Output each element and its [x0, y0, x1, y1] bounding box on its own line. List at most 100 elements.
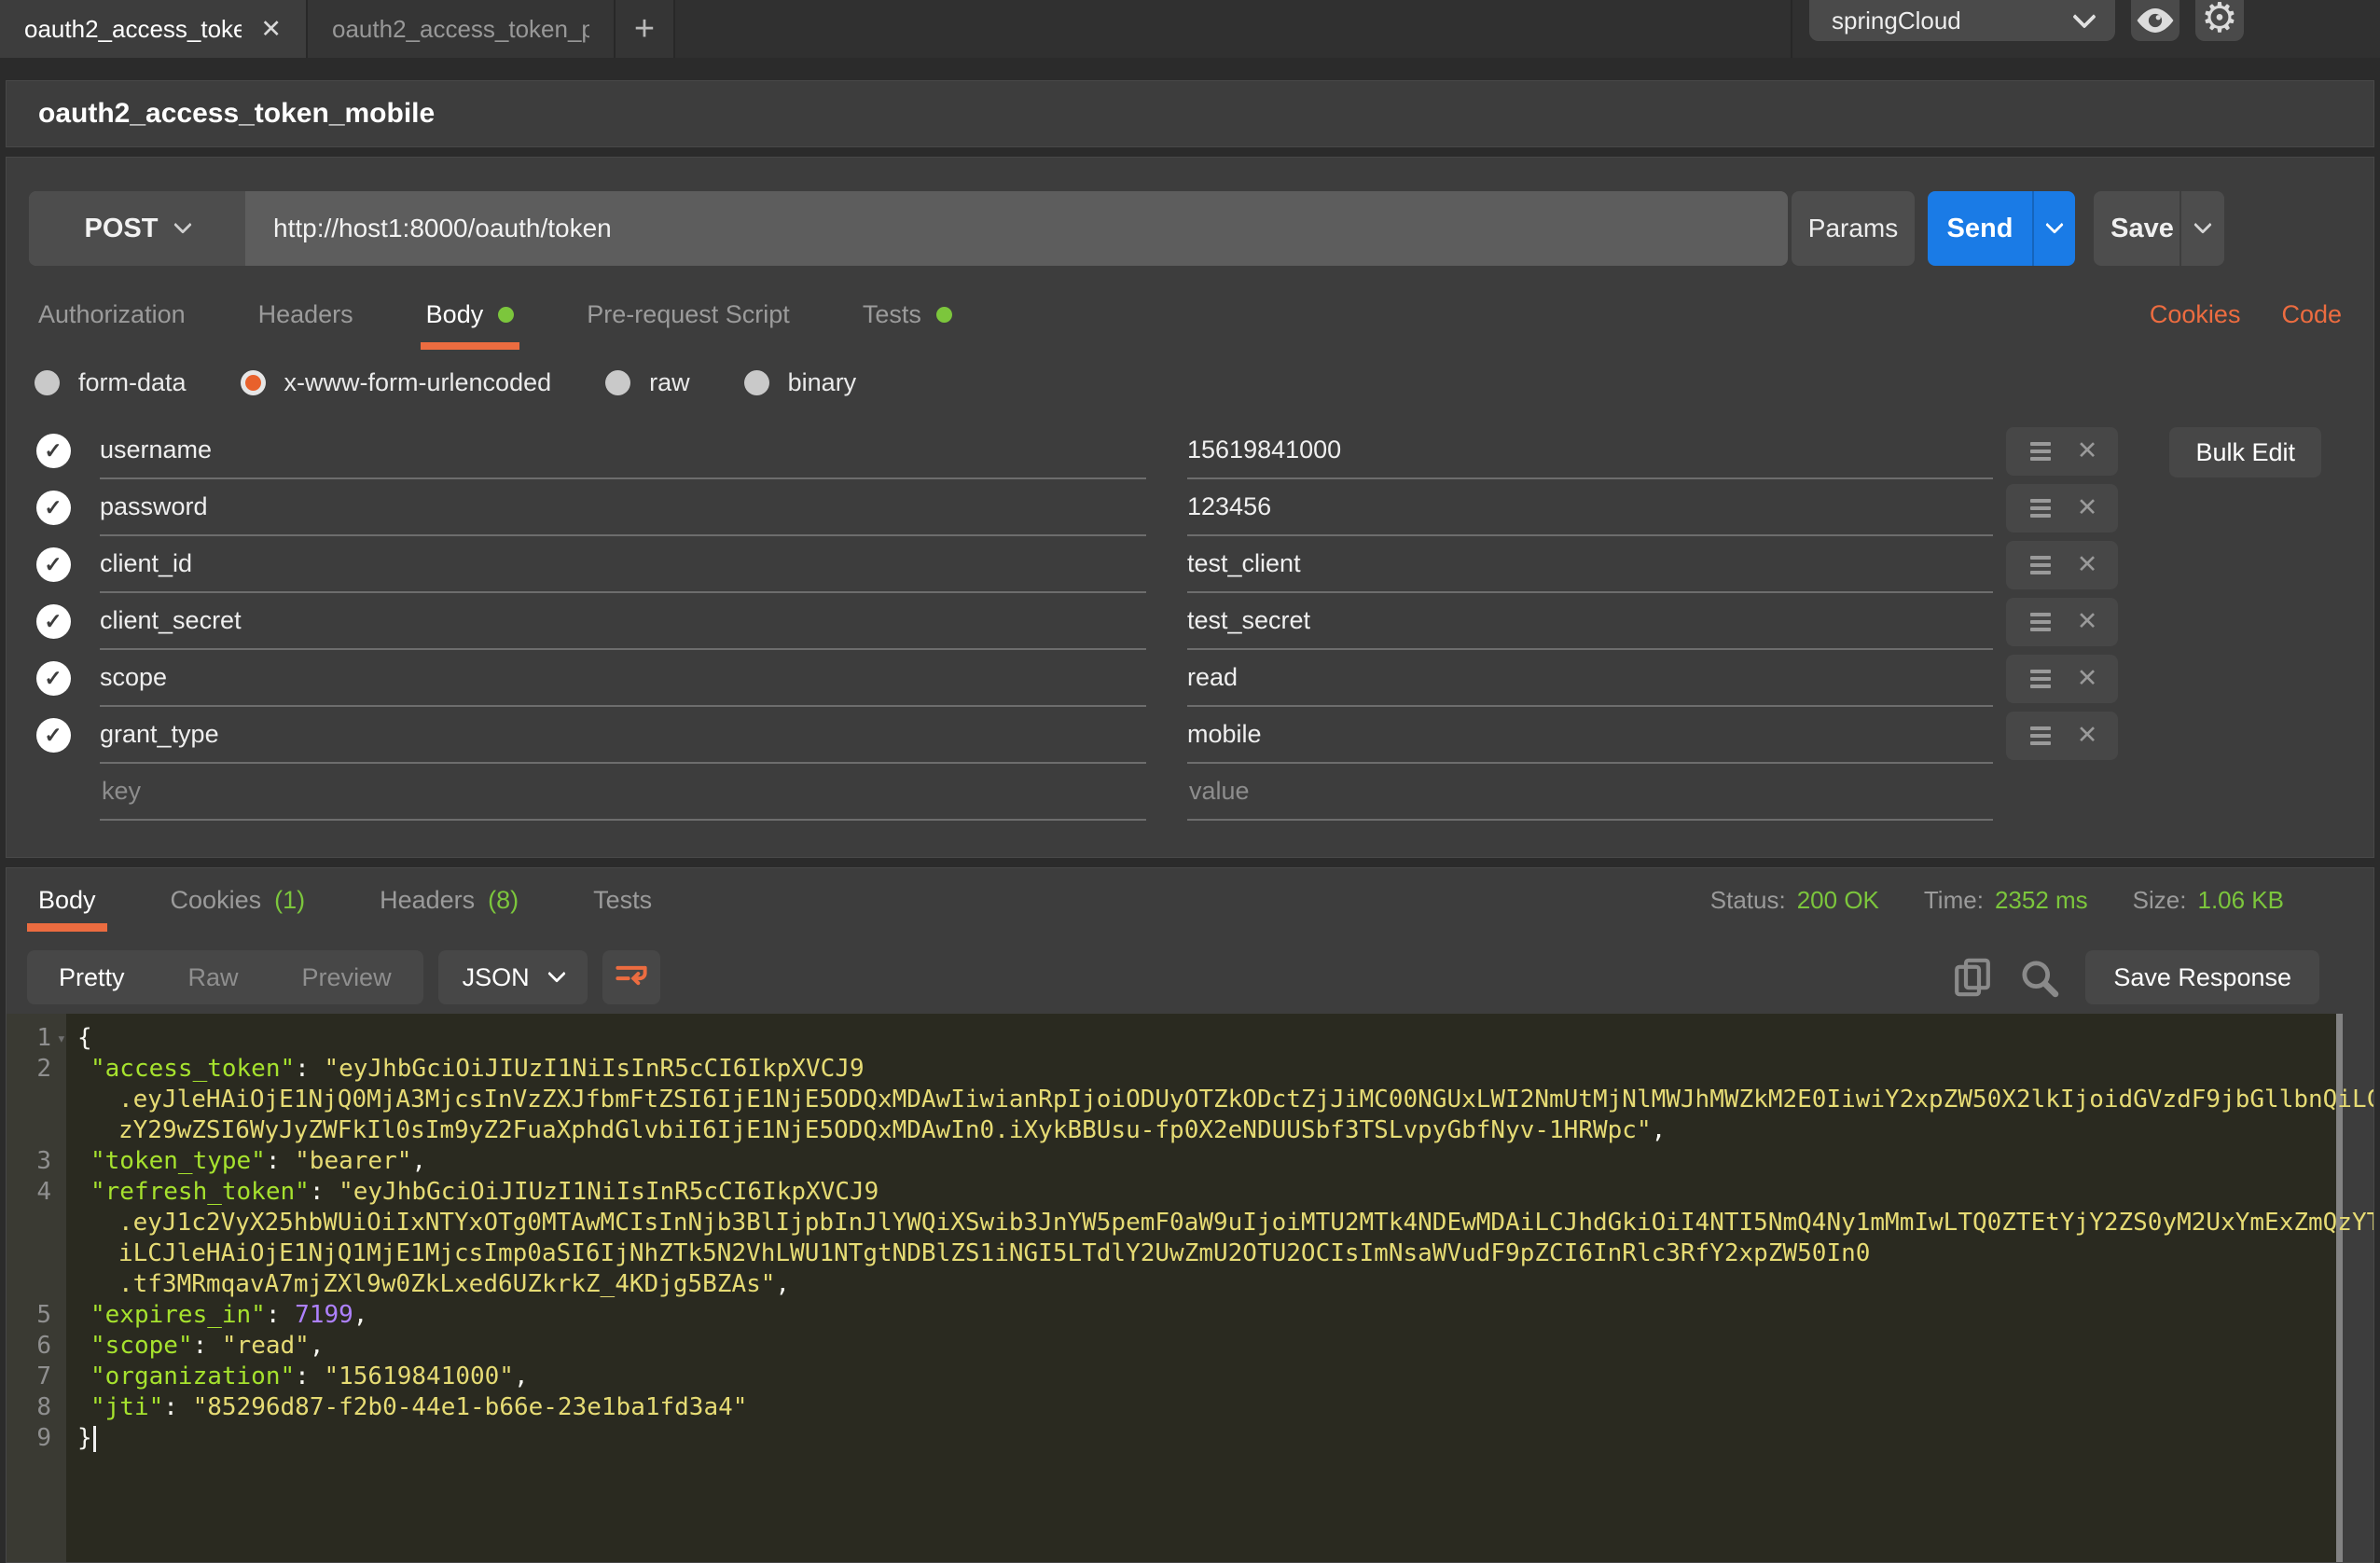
form-value-cell[interactable]: 123456: [1187, 479, 1993, 536]
search-icon[interactable]: [2018, 957, 2059, 998]
chevron-down-icon: [2193, 215, 2212, 234]
response-toolbar-right: Save Response: [1953, 950, 2353, 1004]
form-value-cell[interactable]: mobile: [1187, 707, 1993, 764]
code-line: iLCJleHAiOjE1NjQ1MjE1MjcsImp0aSI6IjNhZTk…: [7, 1238, 2373, 1269]
form-key-text: username: [100, 436, 212, 464]
fold-caret-icon[interactable]: ▾: [57, 1024, 66, 1055]
code-line: 2 "access_token": "eyJhbGciOiJIUzI1NiIsI…: [7, 1054, 2373, 1085]
form-key-cell[interactable]: client_id: [100, 536, 1146, 593]
request-section-tab-label: Authorization: [38, 300, 186, 329]
new-value-input[interactable]: [1187, 776, 1993, 807]
new-tab-button[interactable]: +: [616, 0, 675, 58]
remove-row-icon[interactable]: ✕: [2077, 607, 2098, 636]
row-enabled-checkbox[interactable]: ✓: [36, 604, 71, 639]
save-button[interactable]: Save: [2094, 191, 2179, 266]
response-toolbar: PrettyRawPreview JSON: [27, 948, 2353, 1006]
form-key-cell[interactable]: password: [100, 479, 1146, 536]
request-tab[interactable]: oauth2_access_token_ ✕: [0, 0, 308, 58]
response-section-tab[interactable]: Headers (8): [380, 868, 519, 932]
response-panel: Body Cookies (1) Headers (8) Tests Statu…: [6, 867, 2374, 1563]
row-enabled-checkbox[interactable]: ✓: [36, 434, 71, 468]
line-number: 2: [7, 1054, 66, 1085]
response-section-tab[interactable]: Tests: [593, 868, 652, 932]
send-button[interactable]: Send: [1928, 191, 2032, 266]
drag-handle-icon[interactable]: [2027, 554, 2055, 576]
response-tabs: Body Cookies (1) Headers (8) Tests Statu…: [38, 868, 2342, 932]
wrap-lines-button[interactable]: [602, 950, 660, 1004]
row-enabled-checkbox[interactable]: ✓: [36, 491, 71, 525]
form-key-cell[interactable]: username: [100, 422, 1146, 479]
request-section-tab[interactable]: Headers: [258, 279, 353, 350]
body-mode-option[interactable]: form-data: [35, 368, 187, 397]
form-key-cell[interactable]: client_secret: [100, 593, 1146, 650]
status-dot: [498, 307, 514, 323]
remove-row-icon[interactable]: ✕: [2077, 721, 2098, 750]
form-row: ✓ username 15619841000: [7, 422, 2373, 479]
checkbox-cell: ✓: [7, 536, 100, 593]
form-key-cell[interactable]: grant_type: [100, 707, 1146, 764]
line-number: 7: [7, 1362, 66, 1392]
code-line-content: "refresh_token": "eyJhbGciOiJIUzI1NiIsIn…: [66, 1177, 879, 1208]
form-value-text: test_client: [1187, 549, 1301, 578]
request-section-tab[interactable]: Pre-request Script: [587, 279, 790, 350]
params-button[interactable]: Params: [1792, 191, 1915, 266]
url-group: POST: [29, 191, 1788, 266]
code-line-content: .tf3MRmqavA7mjZXl9w0ZkLxed6UZkrkZ_4KDjg5…: [66, 1269, 790, 1300]
url-input[interactable]: [245, 191, 1788, 266]
send-options-button[interactable]: [2032, 191, 2075, 266]
line-number: 1▾: [7, 1023, 66, 1054]
form-value-cell[interactable]: test_secret: [1187, 593, 1993, 650]
form-value-cell[interactable]: read: [1187, 650, 1993, 707]
response-section-tab[interactable]: Cookies (1): [171, 868, 306, 932]
drag-handle-icon[interactable]: [2027, 440, 2055, 463]
meta-label: Time:: [1924, 886, 1984, 915]
code-line: 1▾ {: [7, 1023, 2373, 1054]
save-options-button[interactable]: [2179, 191, 2224, 266]
view-mode-button[interactable]: Preview: [270, 950, 423, 1004]
request-section-tab[interactable]: Tests: [863, 279, 952, 350]
drag-handle-icon[interactable]: [2027, 725, 2055, 747]
body-mode-option[interactable]: binary: [744, 368, 857, 397]
status-dot: [936, 307, 952, 323]
code-line: 4 "refresh_token": "eyJhbGciOiJIUzI1NiIs…: [7, 1177, 2373, 1208]
environment-quicklook-button[interactable]: [2131, 0, 2179, 41]
remove-row-icon[interactable]: ✕: [2077, 664, 2098, 693]
method-selector[interactable]: POST: [29, 191, 245, 266]
copy-icon[interactable]: [1953, 956, 1992, 999]
form-value-cell[interactable]: 15619841000: [1187, 422, 1993, 479]
row-enabled-checkbox[interactable]: ✓: [36, 547, 71, 582]
view-mode-button[interactable]: Pretty: [27, 950, 157, 1004]
request-link[interactable]: Code: [2281, 300, 2342, 329]
drag-handle-icon[interactable]: [2027, 611, 2055, 633]
row-enabled-checkbox[interactable]: ✓: [36, 718, 71, 753]
radio-icon: [35, 370, 60, 395]
settings-button[interactable]: ⚙: [2195, 0, 2244, 41]
code-line-content: "token_type": "bearer",: [66, 1146, 426, 1177]
format-selector[interactable]: JSON: [438, 950, 588, 1004]
response-section-tab[interactable]: Body: [38, 868, 96, 932]
form-key-text: grant_type: [100, 720, 219, 749]
row-actions: ✕: [2006, 541, 2118, 589]
save-response-button[interactable]: Save Response: [2085, 950, 2319, 1004]
remove-row-icon[interactable]: ✕: [2077, 436, 2098, 465]
request-link[interactable]: Cookies: [2150, 300, 2241, 329]
bulk-edit-button[interactable]: Bulk Edit: [2169, 427, 2321, 477]
form-value-text: mobile: [1187, 720, 1262, 749]
new-key-input[interactable]: [100, 776, 1146, 807]
checkbox-cell: ✓: [7, 707, 100, 764]
drag-handle-icon[interactable]: [2027, 497, 2055, 519]
request-tab[interactable]: oauth2_access_token_passw: [308, 0, 616, 58]
drag-handle-icon[interactable]: [2027, 668, 2055, 690]
body-mode-option[interactable]: raw: [605, 368, 690, 397]
row-enabled-checkbox[interactable]: ✓: [36, 661, 71, 696]
form-value-cell[interactable]: test_client: [1187, 536, 1993, 593]
form-key-cell[interactable]: scope: [100, 650, 1146, 707]
body-mode-option[interactable]: x-www-form-urlencoded: [241, 368, 552, 397]
environment-selector[interactable]: springCloud: [1809, 0, 2115, 41]
request-section-tab[interactable]: Authorization: [38, 279, 186, 350]
view-mode-button[interactable]: Raw: [157, 950, 270, 1004]
remove-row-icon[interactable]: ✕: [2077, 550, 2098, 579]
request-section-tab[interactable]: Body: [426, 279, 515, 350]
close-icon[interactable]: ✕: [260, 15, 282, 44]
remove-row-icon[interactable]: ✕: [2077, 493, 2098, 522]
